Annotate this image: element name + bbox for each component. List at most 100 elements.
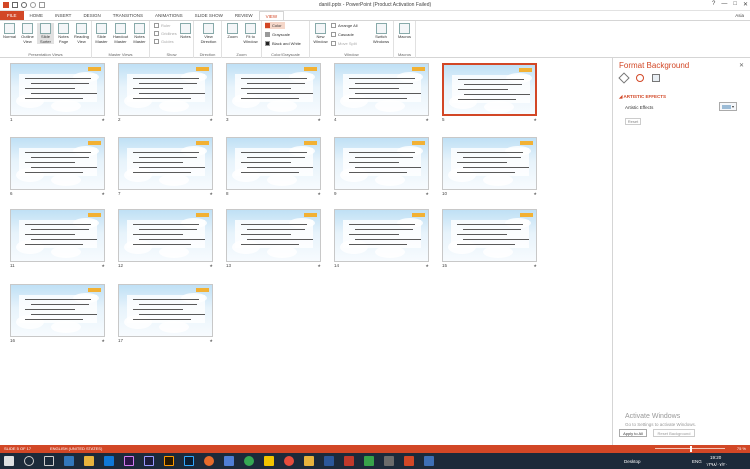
switch-windows-button[interactable]: Switch Windows bbox=[371, 23, 391, 44]
tab-view[interactable]: VIEW bbox=[258, 11, 285, 20]
color-button[interactable]: Color bbox=[265, 22, 285, 29]
zoom-percentage[interactable]: 75 % bbox=[737, 445, 746, 453]
slide-transition-star-icon[interactable]: ★ bbox=[209, 117, 213, 122]
illustrator-icon[interactable] bbox=[164, 456, 174, 466]
move-split-button[interactable]: Move Split bbox=[331, 40, 357, 47]
slide-transition-star-icon[interactable]: ★ bbox=[425, 191, 429, 196]
slide-preview[interactable] bbox=[334, 137, 429, 190]
slide-thumbnail[interactable]: 15 ★ bbox=[442, 209, 539, 268]
slide-transition-star-icon[interactable]: ★ bbox=[209, 338, 213, 343]
user-account[interactable]: Asia bbox=[735, 11, 750, 20]
slide-sorter-button[interactable]: Slide Sorter bbox=[37, 23, 54, 44]
app-icon[interactable] bbox=[264, 456, 274, 466]
tab-slide-show[interactable]: SLIDE SHOW bbox=[189, 11, 229, 20]
slide-preview[interactable] bbox=[226, 63, 321, 116]
chrome-icon[interactable] bbox=[244, 456, 254, 466]
zoom-slider-handle[interactable] bbox=[690, 446, 692, 452]
word-icon[interactable] bbox=[324, 456, 334, 466]
app-icon[interactable] bbox=[364, 456, 374, 466]
guides-checkbox[interactable]: Guides bbox=[154, 38, 174, 45]
slide-preview[interactable] bbox=[118, 63, 213, 116]
fill-icon[interactable] bbox=[618, 72, 630, 84]
normal-view-button[interactable]: Normal bbox=[1, 23, 18, 40]
notes-master-button[interactable]: Notes Master bbox=[131, 23, 148, 44]
app-icon[interactable] bbox=[384, 456, 394, 466]
reset-effects-button[interactable]: Reset bbox=[625, 118, 641, 125]
slide-transition-star-icon[interactable]: ★ bbox=[209, 191, 213, 196]
app-icon[interactable] bbox=[224, 456, 234, 466]
slide-transition-star-icon[interactable]: ★ bbox=[425, 263, 429, 268]
slide-master-button[interactable]: Slide Master bbox=[93, 23, 110, 44]
slide-transition-star-icon[interactable]: ★ bbox=[533, 191, 537, 196]
pane-close-button[interactable]: ✕ bbox=[739, 62, 744, 69]
tab-animations[interactable]: ANIMATIONS bbox=[149, 11, 189, 20]
app-icon[interactable] bbox=[344, 456, 354, 466]
maximize-button[interactable]: □ bbox=[733, 1, 737, 8]
tab-insert[interactable]: INSERT bbox=[49, 11, 77, 20]
reset-background-button[interactable]: Reset Background bbox=[653, 429, 695, 437]
clock-time[interactable]: 19:20 bbox=[710, 455, 721, 460]
tab-review[interactable]: REVIEW bbox=[229, 11, 259, 20]
slide-transition-star-icon[interactable]: ★ bbox=[317, 117, 321, 122]
slide-preview[interactable] bbox=[442, 137, 537, 190]
slide-transition-star-icon[interactable]: ★ bbox=[101, 191, 105, 196]
fit-to-window-button[interactable]: Fit to Window bbox=[242, 23, 259, 44]
macros-button[interactable]: Macros bbox=[396, 23, 413, 40]
new-window-button[interactable]: New Window bbox=[312, 23, 329, 44]
slide-thumbnail[interactable]: 16 ★ bbox=[10, 284, 107, 343]
notes-page-button[interactable]: Notes Page bbox=[55, 23, 72, 44]
slide-preview[interactable] bbox=[334, 63, 429, 116]
handout-master-button[interactable]: Handout Master bbox=[112, 23, 129, 44]
slide-transition-star-icon[interactable]: ★ bbox=[209, 263, 213, 268]
slide-preview[interactable] bbox=[10, 284, 105, 337]
slide-transition-star-icon[interactable]: ★ bbox=[317, 263, 321, 268]
grayscale-button[interactable]: Grayscale bbox=[265, 31, 290, 38]
slide-thumbnail[interactable]: 12 ★ bbox=[118, 209, 215, 268]
file-explorer-icon[interactable] bbox=[84, 456, 94, 466]
folder-icon[interactable] bbox=[304, 456, 314, 466]
slide-thumbnail[interactable]: 1 ★ bbox=[10, 63, 107, 122]
language-indicator[interactable]: ENGLISH (UNITED STATES) bbox=[50, 445, 102, 453]
help-button[interactable]: ? bbox=[712, 1, 715, 8]
outline-view-button[interactable]: Outline View bbox=[19, 23, 36, 44]
reading-view-button[interactable]: Reading View bbox=[73, 23, 90, 44]
slide-preview[interactable] bbox=[226, 209, 321, 262]
powerpoint-icon[interactable] bbox=[404, 456, 414, 466]
slide-preview[interactable] bbox=[442, 209, 537, 262]
slide-transition-star-icon[interactable]: ★ bbox=[101, 338, 105, 343]
zoom-button[interactable]: Zoom bbox=[224, 23, 241, 40]
ruler-checkbox[interactable]: Ruler bbox=[154, 22, 171, 29]
app-icon[interactable] bbox=[284, 456, 294, 466]
artistic-effects-section-header[interactable]: ◢ ARTISTIC EFFECTS bbox=[619, 94, 666, 100]
slide-thumbnail[interactable]: 8 ★ bbox=[226, 137, 323, 196]
black-and-white-button[interactable]: Black and White bbox=[265, 40, 301, 47]
slide-thumbnail[interactable]: 11 ★ bbox=[10, 209, 107, 268]
clock-date[interactable]: ۱۳۹۸/۰۷/۲۰ bbox=[706, 462, 728, 468]
slide-preview[interactable] bbox=[442, 63, 537, 116]
search-icon[interactable] bbox=[24, 456, 34, 466]
after-effects-icon[interactable] bbox=[144, 456, 154, 466]
effects-icon[interactable] bbox=[636, 74, 644, 82]
arrange-all-button[interactable]: Arrange All bbox=[331, 22, 358, 29]
tab-file[interactable]: FILE bbox=[0, 11, 24, 20]
slide-thumbnail[interactable]: 4 ★ bbox=[334, 63, 431, 122]
slide-preview[interactable] bbox=[334, 209, 429, 262]
slide-thumbnail[interactable]: 10 ★ bbox=[442, 137, 539, 196]
slide-thumbnail[interactable]: 2 ★ bbox=[118, 63, 215, 122]
store-icon[interactable] bbox=[104, 456, 114, 466]
slide-preview[interactable] bbox=[118, 209, 213, 262]
slide-preview[interactable] bbox=[10, 209, 105, 262]
task-view-icon[interactable] bbox=[44, 456, 54, 466]
slide-thumbnail[interactable]: 5 ★ bbox=[442, 63, 539, 122]
internet-explorer-icon[interactable] bbox=[64, 456, 74, 466]
slide-thumbnail[interactable]: 6 ★ bbox=[10, 137, 107, 196]
gridlines-checkbox[interactable]: Gridlines bbox=[154, 30, 177, 37]
firefox-icon[interactable] bbox=[204, 456, 214, 466]
slide-transition-star-icon[interactable]: ★ bbox=[533, 117, 537, 122]
slide-preview[interactable] bbox=[226, 137, 321, 190]
start-icon[interactable] bbox=[4, 456, 14, 466]
slide-thumbnail[interactable]: 7 ★ bbox=[118, 137, 215, 196]
picture-icon[interactable] bbox=[652, 74, 660, 82]
slide-sorter-area[interactable]: 1 ★ 2 ★ 3 ★ 4 ★ 5 ★ 6 ★ 7 ★ 8 ★ 9 ★ 10 ★ 11 ★ 12 ★ 13 ★ 14 ★ 15 ★ 16 ★ 1… bbox=[0, 58, 612, 445]
slide-thumbnail[interactable]: 9 ★ bbox=[334, 137, 431, 196]
